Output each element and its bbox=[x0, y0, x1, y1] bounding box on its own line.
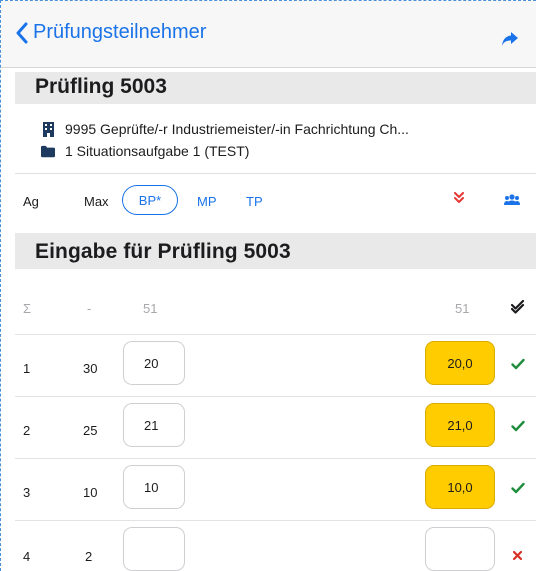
entry-title-prefix: Eingabe für Prüfling bbox=[35, 240, 244, 263]
result-field[interactable]: 20,0 bbox=[425, 341, 495, 385]
double-chevron-down-icon bbox=[454, 192, 464, 203]
check-icon bbox=[511, 481, 525, 499]
table-row: 2 25 21 21,0 bbox=[15, 403, 536, 457]
expand-all-button[interactable] bbox=[454, 192, 464, 207]
share-arrow-icon bbox=[502, 32, 518, 46]
result-value: 21,0 bbox=[447, 417, 473, 433]
check-icon bbox=[511, 357, 525, 375]
ag-column-label: Ag bbox=[23, 194, 39, 209]
back-label: Prüfungsteilnehmer bbox=[33, 21, 207, 43]
filter-mp-button[interactable]: MP bbox=[197, 194, 217, 209]
score-input[interactable]: 21 bbox=[123, 403, 185, 447]
result-field[interactable]: 21,0 bbox=[425, 403, 495, 447]
result-field[interactable]: 10,0 bbox=[425, 465, 495, 509]
row-divider bbox=[15, 458, 536, 459]
group-button[interactable] bbox=[504, 193, 520, 208]
row-ag: 2 bbox=[23, 423, 31, 438]
building-icon bbox=[41, 121, 55, 137]
row-max: 25 bbox=[83, 423, 98, 438]
row-max: 10 bbox=[83, 485, 98, 500]
result-value: 20,0 bbox=[447, 355, 473, 371]
course-info: 9995 Geprüfte/-r Industriemeister/-in Fa… bbox=[41, 121, 409, 137]
score-value: 10 bbox=[144, 479, 159, 495]
candidate-header: Prüfling 5003 bbox=[15, 72, 536, 104]
filter-bp-label: BP* bbox=[138, 192, 162, 208]
check-icon bbox=[511, 419, 525, 437]
divider bbox=[15, 173, 536, 174]
sum-result: 51 bbox=[455, 301, 470, 316]
score-value: 21 bbox=[144, 417, 159, 433]
row-ag: 4 bbox=[23, 549, 31, 564]
row-max: 30 bbox=[83, 361, 98, 376]
table-row: 3 10 10 10,0 bbox=[15, 465, 536, 519]
folder-icon bbox=[41, 145, 55, 158]
users-icon bbox=[504, 194, 520, 205]
entry-title-id: 5003 bbox=[243, 240, 291, 263]
filter-tp-button[interactable]: TP bbox=[246, 194, 263, 209]
sum-total: 51 bbox=[143, 301, 158, 316]
nav-bar: Prüfungsteilnehmer bbox=[1, 1, 536, 68]
table-row: 1 30 20 20,0 bbox=[15, 341, 536, 395]
sum-sigma: Σ bbox=[23, 301, 32, 316]
sum-dash: - bbox=[87, 301, 92, 316]
result-value: 10,0 bbox=[447, 479, 473, 495]
task-info: 1 Situationsaufgabe 1 (TEST) bbox=[41, 143, 249, 159]
score-value: 20 bbox=[144, 355, 159, 371]
score-input[interactable]: 10 bbox=[123, 465, 185, 509]
row-ag: 3 bbox=[23, 485, 31, 500]
filter-bp-button[interactable]: BP* bbox=[122, 185, 178, 215]
result-field[interactable] bbox=[425, 527, 495, 571]
score-input[interactable]: 20 bbox=[123, 341, 185, 385]
entry-section-title: Eingabe für Prüfling 5003 bbox=[35, 240, 291, 264]
share-button[interactable] bbox=[501, 31, 519, 52]
chevron-left-icon bbox=[16, 22, 28, 43]
row-ag: 1 bbox=[23, 361, 31, 376]
row-divider bbox=[15, 520, 536, 521]
double-check-icon bbox=[510, 299, 525, 319]
course-label: 9995 Geprüfte/-r Industriemeister/-in Fa… bbox=[65, 121, 409, 137]
task-label: 1 Situationsaufgabe 1 (TEST) bbox=[65, 143, 250, 159]
app-frame: Prüfungsteilnehmer Prüfling 5003 9995 Ge… bbox=[0, 0, 536, 571]
score-input[interactable] bbox=[123, 527, 185, 571]
error-x-icon bbox=[512, 548, 523, 566]
table-row: 4 2 bbox=[15, 527, 536, 571]
entry-section-header: Eingabe für Prüfling 5003 bbox=[15, 233, 536, 269]
filter-bar: Ag Max BP* MP TP bbox=[1, 181, 536, 221]
back-button[interactable]: Prüfungsteilnehmer bbox=[15, 21, 206, 44]
page-title: Prüfling 5003 bbox=[35, 75, 167, 98]
max-column-label: Max bbox=[84, 194, 109, 209]
row-divider bbox=[15, 396, 536, 397]
sum-row: Σ - 51 51 bbox=[15, 285, 536, 333]
row-max: 2 bbox=[85, 549, 93, 564]
row-divider bbox=[15, 334, 536, 335]
